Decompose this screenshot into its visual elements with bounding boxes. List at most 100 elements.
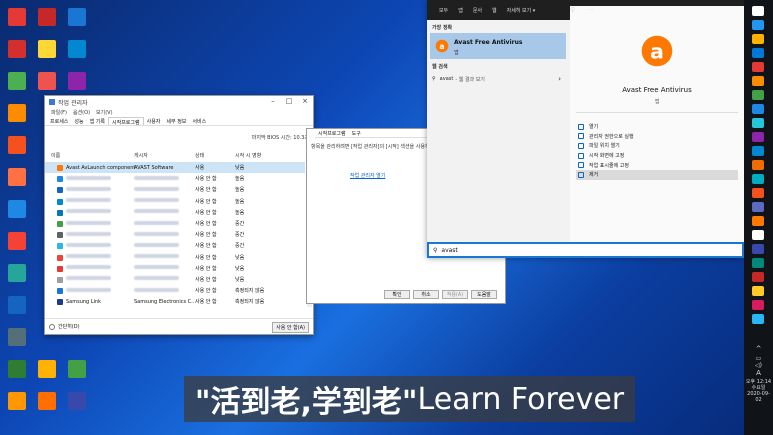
minimize-button[interactable]: – (265, 96, 281, 107)
taskbar-app-icon[interactable] (752, 272, 764, 282)
taskbar-app-icon[interactable] (752, 230, 764, 240)
taskbar-app-icon[interactable] (752, 258, 764, 268)
desktop-app-icon[interactable] (68, 360, 86, 378)
desktop-app-icon[interactable] (8, 392, 26, 410)
desktop-app-icon[interactable] (8, 232, 26, 250)
web-search-item[interactable]: ⚲ avast - 웹 결과 보기 › (427, 72, 569, 86)
taskbar-app-icon[interactable] (752, 174, 764, 184)
taskbar-app-icon[interactable] (752, 20, 764, 30)
desktop-app-icon[interactable] (68, 8, 86, 26)
tab-services[interactable]: 서비스 (189, 117, 209, 125)
filter-apps[interactable]: 앱 (458, 7, 463, 14)
desktop-app-icon[interactable] (8, 360, 26, 378)
desktop-app-icon[interactable] (38, 360, 56, 378)
tab-performance[interactable]: 성능 (71, 117, 86, 125)
table-row[interactable]: 사용 안 함 측정되지 않음 (45, 285, 305, 296)
desktop-app-icon[interactable] (38, 40, 56, 58)
table-row[interactable]: 사용 안 함 낮음 (45, 252, 305, 263)
table-row[interactable]: Avast AvLaunch component AVAST Software 사용… (45, 162, 305, 174)
taskbar-app-icon[interactable] (752, 48, 764, 58)
ime-indicator[interactable]: A (744, 369, 773, 377)
taskbar-app-icon[interactable] (752, 202, 764, 212)
taskbar-app-icon[interactable] (752, 146, 764, 156)
table-row[interactable]: 사용 안 함 높음 (45, 196, 305, 207)
desktop-app-icon[interactable] (68, 72, 86, 90)
desktop-app-icon[interactable] (38, 72, 56, 90)
taskbar-app-icon[interactable] (752, 62, 764, 72)
taskbar-app-icon[interactable] (752, 188, 764, 198)
action-pin-to-taskbar[interactable]: 작업 표시줄에 고정 (576, 160, 738, 170)
filter-web[interactable]: 웹 (492, 7, 497, 14)
menu-file[interactable]: 파일(F) (51, 109, 67, 116)
filter-documents[interactable]: 문서 (473, 7, 482, 14)
taskbar-app-icon[interactable] (752, 286, 764, 296)
tab-startup[interactable]: 시작프로그램 (108, 117, 144, 126)
table-row[interactable]: 사용 안 함 중간 (45, 218, 305, 229)
tab-details[interactable]: 세부 정보 (163, 117, 189, 125)
col-name[interactable]: 이름 (51, 152, 60, 159)
network-icon[interactable]: ▭ (744, 355, 773, 362)
taskbar-app-icon[interactable] (752, 300, 764, 310)
tab-processes[interactable]: 프로세스 (47, 117, 71, 125)
action-pin-to-start[interactable]: 시작 화면에 고정 (576, 151, 738, 161)
desktop-app-icon[interactable] (8, 136, 26, 154)
table-row[interactable]: 사용 안 함 중간 (45, 240, 305, 251)
desktop-app-icon[interactable] (8, 200, 26, 218)
desktop-app-icon[interactable] (38, 8, 56, 26)
desktop-app-icon[interactable] (8, 40, 26, 58)
tab-tools[interactable]: 도구 (349, 129, 364, 137)
menu-options[interactable]: 옵션(O) (73, 109, 90, 116)
desktop-app-icon[interactable] (8, 104, 26, 122)
help-button[interactable]: 도움말 (471, 290, 497, 299)
collapse-icon[interactable] (49, 323, 55, 330)
desktop-app-icon[interactable] (8, 296, 26, 314)
taskbar-app-icon[interactable] (752, 6, 764, 16)
col-impact[interactable]: 시작 시 영향 (235, 152, 261, 159)
volume-icon[interactable]: ◁) (744, 362, 773, 369)
desktop-app-icon[interactable] (68, 392, 86, 410)
filter-all[interactable]: 모두 (439, 7, 448, 14)
taskbar-app-icon[interactable] (752, 76, 764, 86)
table-row[interactable]: 사용 안 함 낮음 (45, 263, 305, 274)
clock[interactable]: 오후 12:14 수요일 2020-09-02 (744, 379, 773, 403)
maximize-button[interactable]: □ (281, 96, 297, 107)
filter-more[interactable]: 자세히 보기 ▾ (507, 7, 536, 14)
open-task-manager-link[interactable]: 작업 관리자 열기 (350, 172, 385, 179)
chevron-up-icon[interactable]: ^ (744, 345, 773, 353)
search-input[interactable]: avast (441, 247, 457, 254)
table-row[interactable]: 사용 안 함 중간 (45, 229, 305, 240)
desktop-app-icon[interactable] (8, 264, 26, 282)
desktop-app-icon[interactable] (68, 40, 86, 58)
taskbar-app-icon[interactable] (752, 132, 764, 142)
tab-users[interactable]: 사용자 (144, 117, 164, 125)
tab-startup-config[interactable]: 시작프로그램 (315, 129, 349, 137)
table-row[interactable]: 사용 안 함 높음 (45, 173, 305, 184)
search-box[interactable]: ⚲ avast (427, 242, 744, 258)
table-row[interactable]: 사용 안 함 낮음 (45, 274, 305, 285)
taskbar-app-icon[interactable] (752, 34, 764, 44)
desktop-app-icon[interactable] (8, 72, 26, 90)
desktop-app-icon[interactable] (8, 8, 26, 26)
action-uninstall[interactable]: 제거 (576, 169, 738, 180)
action-run-as-admin[interactable]: 관리자 권한으로 실행 (576, 132, 738, 142)
col-status[interactable]: 상태 (195, 152, 204, 159)
menu-view[interactable]: 보기(V) (96, 109, 113, 116)
cancel-button[interactable]: 취소 (413, 290, 439, 299)
fewer-details-link[interactable]: 간단히(D) (58, 323, 80, 330)
disable-button[interactable]: 사용 안 함(A) (272, 322, 309, 333)
taskbar-app-icon[interactable] (752, 244, 764, 254)
taskbar-app-icon[interactable] (752, 216, 764, 226)
close-button[interactable]: × (297, 96, 313, 107)
table-row[interactable]: Samsung Link Samsung Electronics C... 사용 안… (45, 296, 305, 307)
taskbar-app-icon[interactable] (752, 118, 764, 128)
taskbar-app-icon[interactable] (752, 104, 764, 114)
action-open-file-location[interactable]: 파일 위치 열기 (576, 141, 738, 151)
desktop-app-icon[interactable] (8, 168, 26, 186)
best-match-item[interactable]: a Avast Free Antivirus 앱 (430, 33, 566, 59)
desktop-app-icon[interactable] (38, 392, 56, 410)
taskbar-app-icon[interactable] (752, 160, 764, 170)
action-open[interactable]: 열기 (576, 122, 738, 132)
taskbar-app-icon[interactable] (752, 314, 764, 324)
col-publisher[interactable]: 게시자 (134, 152, 148, 159)
tab-app-history[interactable]: 앱 기록 (87, 117, 108, 125)
